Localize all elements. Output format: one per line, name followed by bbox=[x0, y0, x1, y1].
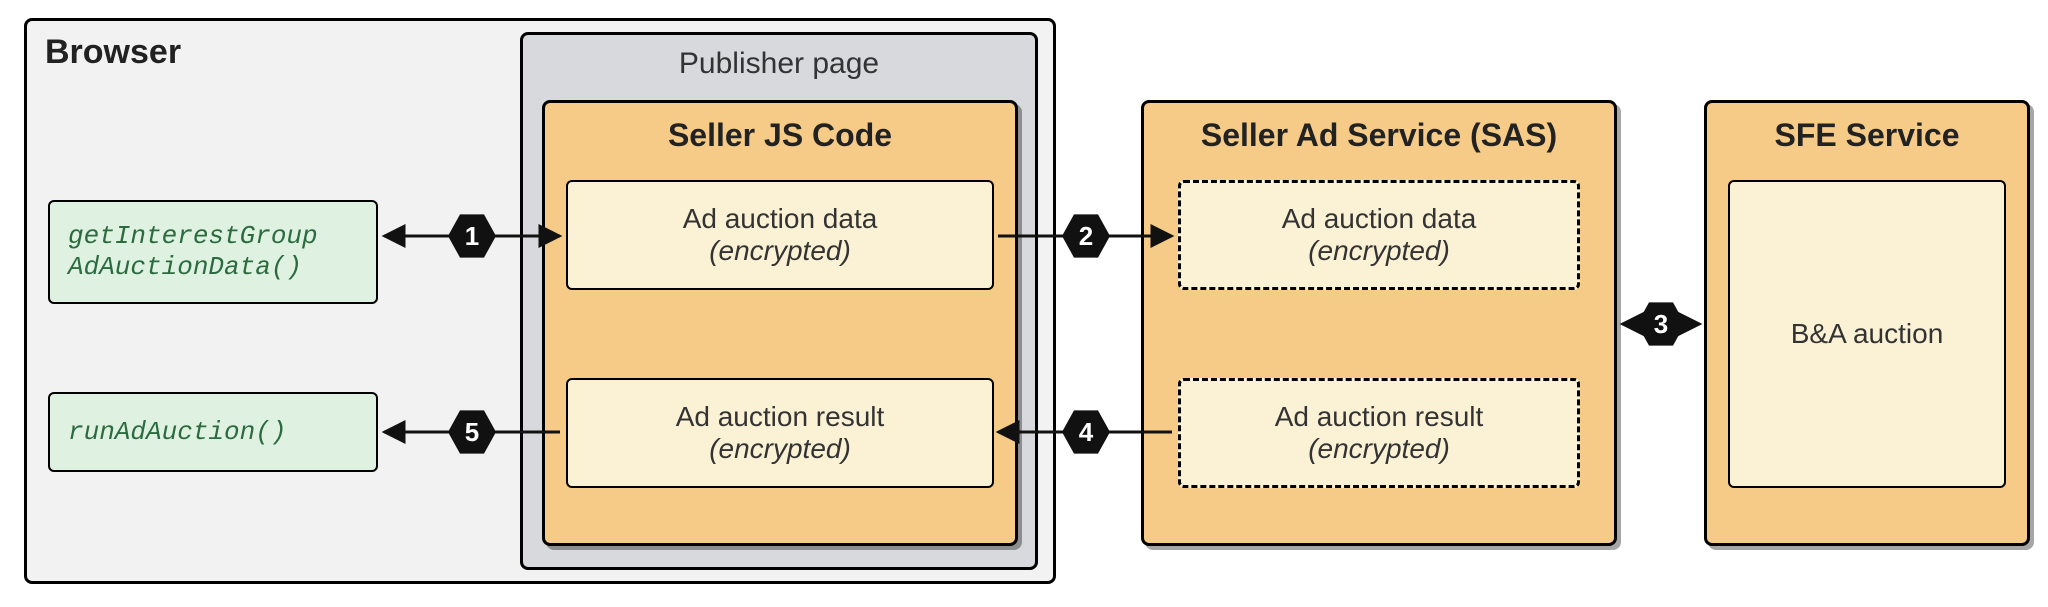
api-get-interest-group: getInterestGroup AdAuctionData() bbox=[48, 200, 378, 304]
sas-result-label: Ad auction result bbox=[1275, 401, 1484, 433]
sas-data-encrypted: (encrypted) bbox=[1308, 235, 1450, 267]
publisher-page-title: Publisher page bbox=[523, 47, 1035, 81]
diagram-canvas: Browser Publisher page Seller JS Code Ad… bbox=[0, 0, 2048, 607]
sfe-title: SFE Service bbox=[1707, 117, 2027, 154]
ad-auction-data-encrypted: (encrypted) bbox=[709, 235, 851, 267]
ad-auction-result-label: Ad auction result bbox=[676, 401, 885, 433]
browser-title: Browser bbox=[45, 33, 181, 72]
seller-js-ad-auction-data: Ad auction data (encrypted) bbox=[566, 180, 994, 290]
seller-js-title: Seller JS Code bbox=[545, 117, 1015, 154]
sas-data-label: Ad auction data bbox=[1282, 203, 1477, 235]
step-badge-4: 4 bbox=[1062, 408, 1110, 456]
ad-auction-result-encrypted: (encrypted) bbox=[709, 433, 851, 465]
ba-auction-label: B&A auction bbox=[1791, 318, 1944, 350]
sas-title: Seller Ad Service (SAS) bbox=[1144, 117, 1614, 154]
seller-js-ad-auction-result: Ad auction result (encrypted) bbox=[566, 378, 994, 488]
ba-auction-box: B&A auction bbox=[1728, 180, 2006, 488]
step-badge-2: 2 bbox=[1062, 212, 1110, 260]
sas-ad-auction-data: Ad auction data (encrypted) bbox=[1178, 180, 1580, 290]
step-badge-3: 3 bbox=[1637, 300, 1685, 348]
sas-ad-auction-result: Ad auction result (encrypted) bbox=[1178, 378, 1580, 488]
sas-result-encrypted: (encrypted) bbox=[1308, 433, 1450, 465]
api-run-ad-auction: runAdAuction() bbox=[48, 392, 378, 472]
ad-auction-data-label: Ad auction data bbox=[683, 203, 878, 235]
